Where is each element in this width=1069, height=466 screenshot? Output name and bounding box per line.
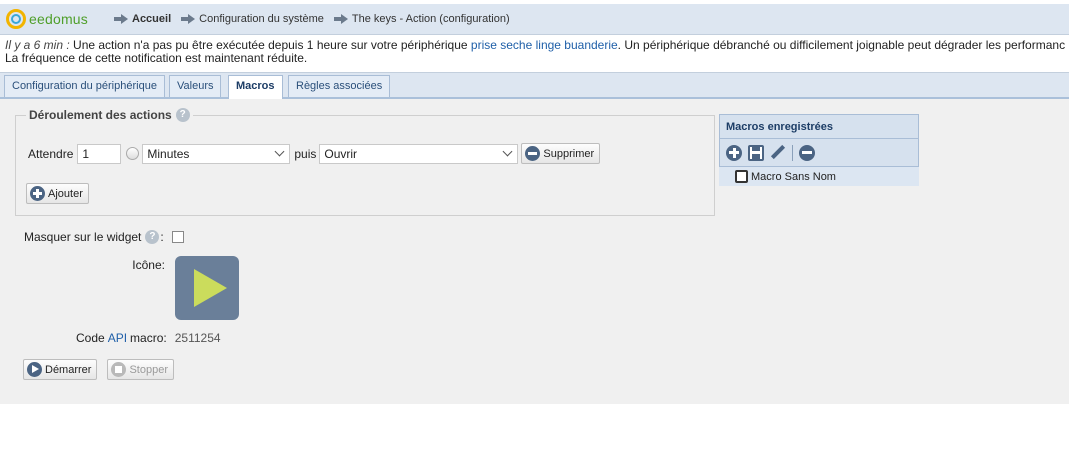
api-code-value: 2511254: [174, 331, 221, 345]
device-link[interactable]: prise seche linge buanderie: [471, 38, 618, 52]
help-icon[interactable]: ?: [175, 108, 190, 122]
tab-rules[interactable]: Règles associées: [288, 75, 391, 97]
wait-label: Attendre: [28, 146, 74, 161]
then-label: puis: [294, 146, 317, 161]
delete-macro-icon[interactable]: [799, 144, 815, 161]
unit-select-value: Minutes: [147, 146, 190, 161]
icon-label: Icône:: [132, 258, 165, 272]
actions-legend-label: Déroulement des actions: [29, 108, 172, 122]
stop-button-label: Stopper: [129, 363, 168, 376]
checkbox-icon[interactable]: [735, 170, 748, 183]
notification-line-2: La fréquence de cette notification est m…: [5, 51, 308, 65]
mask-widget-checkbox[interactable]: [171, 231, 184, 243]
minus-circle-icon: [525, 146, 541, 161]
action-select-value: Ouvrir: [324, 146, 358, 161]
colon: :: [160, 230, 164, 244]
arrow-right-icon: [181, 14, 196, 24]
delete-button[interactable]: Supprimer: [521, 143, 601, 164]
breadcrumb-label: Accueil: [132, 13, 172, 25]
api-prefix: Code: [76, 331, 105, 345]
plus-circle-icon: [30, 186, 45, 201]
wait-input[interactable]: 1: [77, 143, 122, 164]
help-icon[interactable]: ?: [145, 230, 160, 244]
breadcrumb-current[interactable]: The keys - Action (configuration): [333, 13, 510, 25]
save-icon[interactable]: [748, 144, 764, 161]
saved-macros-panel: Macros enregistrées Macro Sans Nom: [719, 114, 919, 186]
chevron-down-icon: [502, 146, 513, 157]
action-select[interactable]: Ouvrir: [319, 143, 519, 164]
actions-fieldset: Déroulement des actions ? Attendre 1 Min…: [15, 108, 715, 216]
actions-legend: Déroulement des actions ?: [26, 108, 193, 122]
tab-device-config[interactable]: Configuration du périphérique: [4, 75, 165, 97]
breadcrumb-label: The keys - Action (configuration): [351, 13, 510, 25]
radio-icon[interactable]: [126, 147, 140, 160]
play-circle-icon: [27, 362, 42, 377]
tab-bar: Configuration du périphérique Valeurs Ma…: [0, 72, 1069, 99]
add-button-label: Ajouter: [48, 187, 83, 200]
notification-time: Il y a 6 min :: [5, 38, 70, 52]
play-icon[interactable]: [175, 256, 239, 320]
api-code-row: Code API macro: 2511254: [76, 331, 221, 345]
notification-bar: Il y a 6 min : Une action n'a pas pu êtr…: [0, 36, 1069, 72]
mask-widget-row: Masquer sur le widget ? :: [24, 230, 184, 244]
add-button[interactable]: Ajouter: [26, 183, 89, 204]
macro-name: Macro Sans Nom: [751, 170, 836, 183]
stop-button[interactable]: Stopper: [107, 359, 174, 380]
toolbar-divider: [792, 144, 793, 161]
stop-circle-icon: [111, 362, 127, 377]
unit-select[interactable]: Minutes: [142, 143, 291, 164]
top-bar: eedomus Accueil Configuration du système…: [0, 4, 1069, 35]
start-button-label: Démarrer: [45, 363, 92, 376]
edit-icon[interactable]: [770, 145, 786, 161]
tab-values[interactable]: Valeurs: [169, 75, 222, 97]
mask-widget-label: Masquer sur le widget: [24, 230, 142, 244]
api-suffix: macro:: [130, 331, 167, 345]
logo-text: eedomus: [29, 11, 88, 27]
breadcrumb-label: Configuration du système: [199, 13, 324, 25]
chevron-down-icon: [274, 146, 285, 157]
start-button[interactable]: Démarrer: [23, 359, 98, 380]
macros-panel-main: Déroulement des actions ? Attendre 1 Min…: [0, 99, 1069, 404]
macros-toolbar: [719, 139, 919, 167]
notification-text: Une action n'a pas pu être exécutée depu…: [69, 38, 471, 52]
delete-button-label: Supprimer: [543, 147, 595, 160]
breadcrumb-home[interactable]: Accueil: [114, 13, 171, 25]
action-row: Attendre 1 Minutes puis Ouvrir Supprimer: [28, 143, 601, 164]
run-controls: Démarrer Stopper: [23, 359, 174, 380]
api-link[interactable]: API: [108, 331, 127, 345]
arrow-right-icon: [333, 14, 348, 24]
arrow-right-icon: [114, 14, 128, 24]
add-macro-icon[interactable]: [726, 144, 742, 161]
breadcrumb-system-config[interactable]: Configuration du système: [181, 13, 324, 25]
logo[interactable]: eedomus: [6, 9, 114, 29]
notification-text-2: . Un périphérique débranché ou difficile…: [617, 38, 1066, 52]
tab-macros[interactable]: Macros: [228, 75, 283, 99]
saved-macros-title: Macros enregistrées: [719, 114, 919, 139]
eedomus-logo-icon: [6, 9, 26, 29]
macro-list-item[interactable]: Macro Sans Nom: [719, 167, 919, 186]
